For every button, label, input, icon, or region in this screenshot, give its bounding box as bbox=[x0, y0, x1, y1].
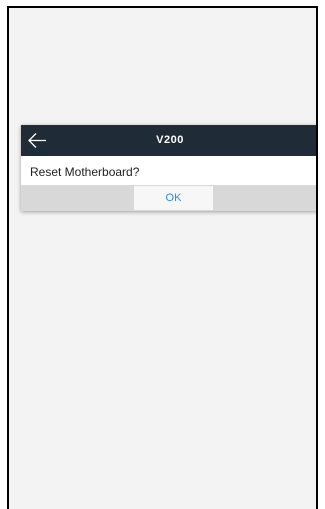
dialog-title: V200 bbox=[156, 134, 184, 146]
reset-dialog: V200 Reset Motherboard? OK bbox=[21, 125, 316, 211]
dialog-footer: OK bbox=[21, 185, 316, 211]
app-screen: V200 Reset Motherboard? OK bbox=[7, 6, 318, 509]
dialog-message: Reset Motherboard? bbox=[30, 165, 140, 179]
ok-button[interactable]: OK bbox=[134, 186, 213, 210]
dialog-header: V200 bbox=[21, 125, 316, 156]
